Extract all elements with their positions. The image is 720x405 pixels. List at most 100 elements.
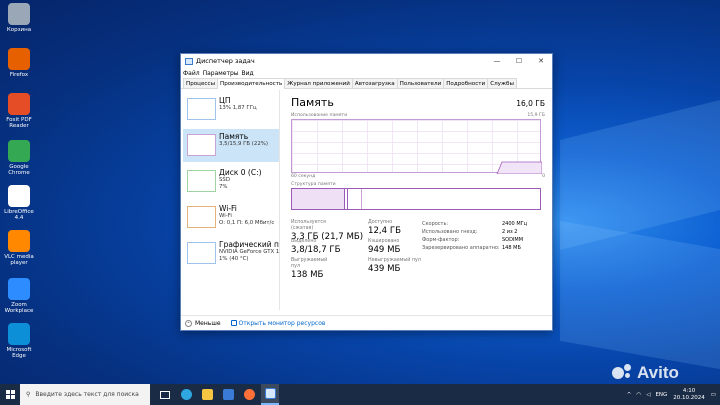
free-segment xyxy=(362,189,540,209)
title-bar[interactable]: Диспетчер задач — ☐ ✕ xyxy=(181,54,552,68)
footer: ⌃ Меньше Открыть монитор ресурсов xyxy=(181,315,552,330)
sidebar-item-label: Wi-Fi xyxy=(219,204,237,213)
in-use-segment xyxy=(292,189,345,209)
resource-monitor-label: Открыть монитор ресурсов xyxy=(238,319,326,327)
libreoffice-icon xyxy=(8,185,30,207)
file-explorer-icon[interactable] xyxy=(198,384,216,405)
windows-logo-icon xyxy=(5,390,15,399)
avito-wordmark: Avito xyxy=(637,363,679,382)
time-right: 0 xyxy=(542,174,545,179)
time-left: 60 секунд xyxy=(291,174,316,179)
desktop-icon-label: Firefox xyxy=(9,72,29,78)
sidebar-item-detail: 3,5/15,9 ГБ (22%) xyxy=(219,141,268,147)
sidebar-item-label: Графический процессор xyxy=(219,240,279,249)
firefox-icon[interactable] xyxy=(240,384,258,405)
recycle-bin-icon xyxy=(8,3,30,25)
tab-processes[interactable]: Процессы xyxy=(183,78,218,88)
cpu-mini-graph xyxy=(187,98,216,120)
desktop-icon[interactable]: Firefox xyxy=(2,48,36,78)
firefox-icon xyxy=(8,48,30,70)
task-view-icon[interactable] xyxy=(156,384,174,405)
clock[interactable]: 4:10 20.10.2024 xyxy=(673,388,705,402)
vlc-icon xyxy=(8,230,30,252)
clock-date: 20.10.2024 xyxy=(673,394,705,401)
desktop-icon-label: Foxit PDF Reader xyxy=(6,117,32,129)
taskbar-search[interactable]: ⚲ Введите здесь текст для поиска xyxy=(20,384,150,405)
stat-in-use: Используется (сжатая) 3,3 ГБ (21,7 МБ) xyxy=(291,220,364,242)
standby-segment xyxy=(348,189,362,209)
structure-caption: Структура памяти xyxy=(291,182,336,187)
foxit-icon xyxy=(8,93,30,115)
desktop-icon-label: Google Chrome xyxy=(8,164,30,176)
memory-details: Скорость: 2400 МГц Использовано гнезд: 2 и… xyxy=(422,221,528,251)
tab-users[interactable]: Пользователи xyxy=(396,78,445,88)
desktop-icon[interactable]: VLC media player xyxy=(2,230,36,266)
sidebar-item-label: Диск 0 (C:) xyxy=(219,168,262,177)
menu-view[interactable]: Вид xyxy=(242,70,254,77)
resource-monitor-icon xyxy=(230,320,237,326)
menu-file[interactable]: Файл xyxy=(183,70,200,77)
tab-services[interactable]: Службы xyxy=(487,78,517,88)
taskbar: ⚲ Введите здесь текст для поиска ^ ◠ ◁ E… xyxy=(0,384,720,405)
fewer-details-button[interactable]: Меньше xyxy=(195,320,221,327)
stat-non-paged-pool: Невыгружаемый пул 439 МБ xyxy=(368,258,421,274)
volume-icon[interactable]: ◁ xyxy=(646,392,650,398)
tray-chevron-icon[interactable]: ^ xyxy=(627,392,632,398)
desktop-icon-label: Zoom Workplace xyxy=(4,302,34,314)
language-indicator[interactable]: ENG xyxy=(655,392,667,398)
window-title: Диспетчер задач xyxy=(196,57,255,65)
menu-options[interactable]: Параметры xyxy=(203,70,239,77)
stat-available: Доступно 12,4 ГБ xyxy=(368,220,402,236)
desktop-icon[interactable]: Zoom Workplace xyxy=(2,278,36,314)
network-icon[interactable]: ◠ xyxy=(636,392,641,398)
sidebar-item-gpu[interactable]: Графический процессор NVIDIA GeForce GTX… xyxy=(183,237,279,270)
sidebar-item-detail: SSD xyxy=(219,177,230,183)
sidebar-item-label: Память xyxy=(219,132,249,141)
desktop-icon-label: Корзина xyxy=(6,27,32,33)
desktop-icon[interactable]: Google Chrome xyxy=(2,140,36,176)
close-button[interactable]: ✕ xyxy=(530,54,552,68)
desktop-icon[interactable]: Microsoft Edge xyxy=(2,323,36,359)
usage-area xyxy=(496,161,542,174)
open-resource-monitor-link[interactable]: Открыть монитор ресурсов xyxy=(230,319,326,327)
avito-watermark: Avito xyxy=(612,363,679,383)
task-manager-window: Диспетчер задач — ☐ ✕ Файл Параметры Вид… xyxy=(180,53,553,331)
usage-max: 15,9 ГБ xyxy=(527,113,545,118)
notifications-icon[interactable]: ▭ xyxy=(711,392,716,398)
tab-details[interactable]: Подробности xyxy=(443,78,489,88)
usage-caption: Использование памяти xyxy=(291,113,348,118)
sidebar-item-detail: Wi-Fi xyxy=(219,213,232,219)
chevron-up-icon[interactable]: ⌃ xyxy=(185,319,192,327)
desktop-icon-label: LibreOffice 4.4 xyxy=(4,209,34,221)
edge-icon xyxy=(8,323,30,345)
sidebar-item-wifi[interactable]: Wi-Fi Wi-Fi О: 0,1 П: 6,0 Мбит/с xyxy=(183,201,279,234)
desktop-icon-label: Microsoft Edge xyxy=(6,347,32,359)
stat-paged-pool: Выгружаемый пул 138 МБ xyxy=(291,258,328,280)
task-manager-taskbar-icon[interactable] xyxy=(261,384,279,405)
tab-performance[interactable]: Производительность xyxy=(217,78,286,89)
sidebar-item-detail: NVIDIA GeForce GTX 10 xyxy=(219,249,279,255)
memory-panel: Память 16,0 ГБ Использование памяти 15,9… xyxy=(291,96,545,280)
sidebar-item-cpu[interactable]: ЦП 13% 1,87 ГГц xyxy=(183,93,279,126)
start-button[interactable] xyxy=(0,384,20,405)
disk-mini-graph xyxy=(187,170,216,192)
sidebar-item-memory[interactable]: Память 3,5/15,9 ГБ (22%) xyxy=(183,129,279,162)
memory-usage-graph xyxy=(291,119,542,174)
minimize-button[interactable]: — xyxy=(486,54,508,68)
desktop-icon[interactable]: LibreOffice 4.4 xyxy=(2,185,36,221)
store-icon[interactable] xyxy=(219,384,237,405)
desktop-icon[interactable]: Корзина xyxy=(2,3,36,33)
tab-app-history[interactable]: Журнал приложений xyxy=(284,78,353,88)
desktop-icon[interactable]: Foxit PDF Reader xyxy=(2,93,36,129)
memory-total: 16,0 ГБ xyxy=(516,99,545,108)
gpu-mini-graph xyxy=(187,242,216,264)
tab-startup[interactable]: Автозагрузка xyxy=(351,78,398,88)
panel-title: Память xyxy=(291,96,334,109)
edge-icon[interactable] xyxy=(177,384,195,405)
task-manager-icon xyxy=(185,57,193,65)
sidebar-item-disk[interactable]: Диск 0 (C:) SSD 7% xyxy=(183,165,279,198)
maximize-button[interactable]: ☐ xyxy=(508,54,530,68)
performance-sidebar: ЦП 13% 1,87 ГГц Память 3,5/15,9 ГБ (22%)… xyxy=(183,90,280,310)
sidebar-item-detail: О: 0,1 П: 6,0 Мбит/с xyxy=(219,220,275,226)
wifi-mini-graph xyxy=(187,206,216,228)
